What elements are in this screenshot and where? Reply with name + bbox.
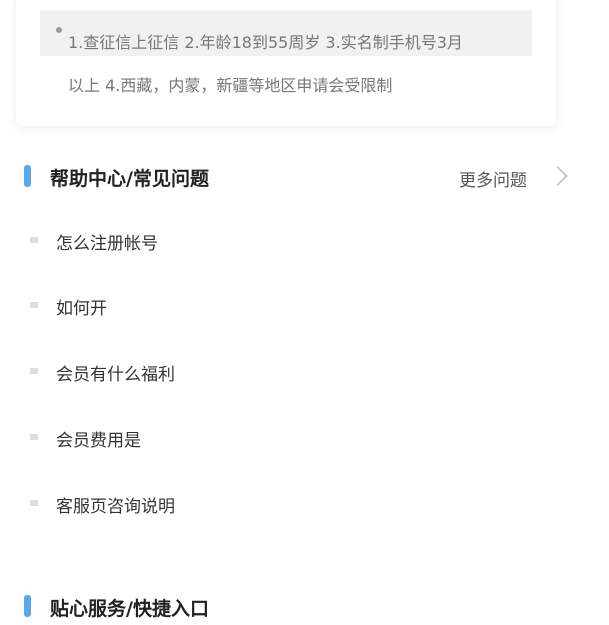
more-questions-link[interactable]: 更多问题 xyxy=(459,166,527,191)
faq-item-label: 会员有什么福利 xyxy=(56,365,175,385)
faq-item-label: 客服页咨询说明 xyxy=(56,497,175,517)
quick-section-title: 贴心服务/快捷入口 xyxy=(50,598,209,620)
faq-item-fee[interactable]: 会员费用是 xyxy=(30,423,550,453)
faq-item-label: 会员费用是 xyxy=(56,431,141,451)
bullet-icon xyxy=(30,302,38,308)
bullet-icon xyxy=(30,434,38,440)
help-section-title: 帮助中心/常见问题 xyxy=(50,168,209,190)
section-accent-bar xyxy=(24,165,31,187)
bullet-dot-icon xyxy=(56,27,62,33)
requirements-text-line2: 以上 4.西藏，内蒙，新疆等地区申请会受限制 xyxy=(68,76,393,95)
section-accent-bar xyxy=(24,595,31,617)
faq-item-label: 怎么注册帐号 xyxy=(56,234,158,254)
faq-item-how[interactable]: 如何开 xyxy=(30,291,550,321)
page: 1.查征信上征信 2.年龄18到55周岁 3.实名制手机号3月 以上 4.西藏，… xyxy=(0,0,609,625)
faq-item-support[interactable]: 客服页咨询说明 xyxy=(30,489,550,519)
bullet-icon xyxy=(30,500,38,506)
faq-item-benefits[interactable]: 会员有什么福利 xyxy=(30,357,550,387)
faq-item-register[interactable]: 怎么注册帐号 xyxy=(30,226,550,256)
requirements-text-line1: 1.查征信上征信 2.年龄18到55周岁 3.实名制手机号3月 xyxy=(68,33,463,52)
chevron-right-icon[interactable] xyxy=(548,166,568,186)
faq-item-label: 如何开 xyxy=(56,299,107,319)
bullet-icon xyxy=(30,368,38,374)
bullet-icon xyxy=(30,237,38,243)
